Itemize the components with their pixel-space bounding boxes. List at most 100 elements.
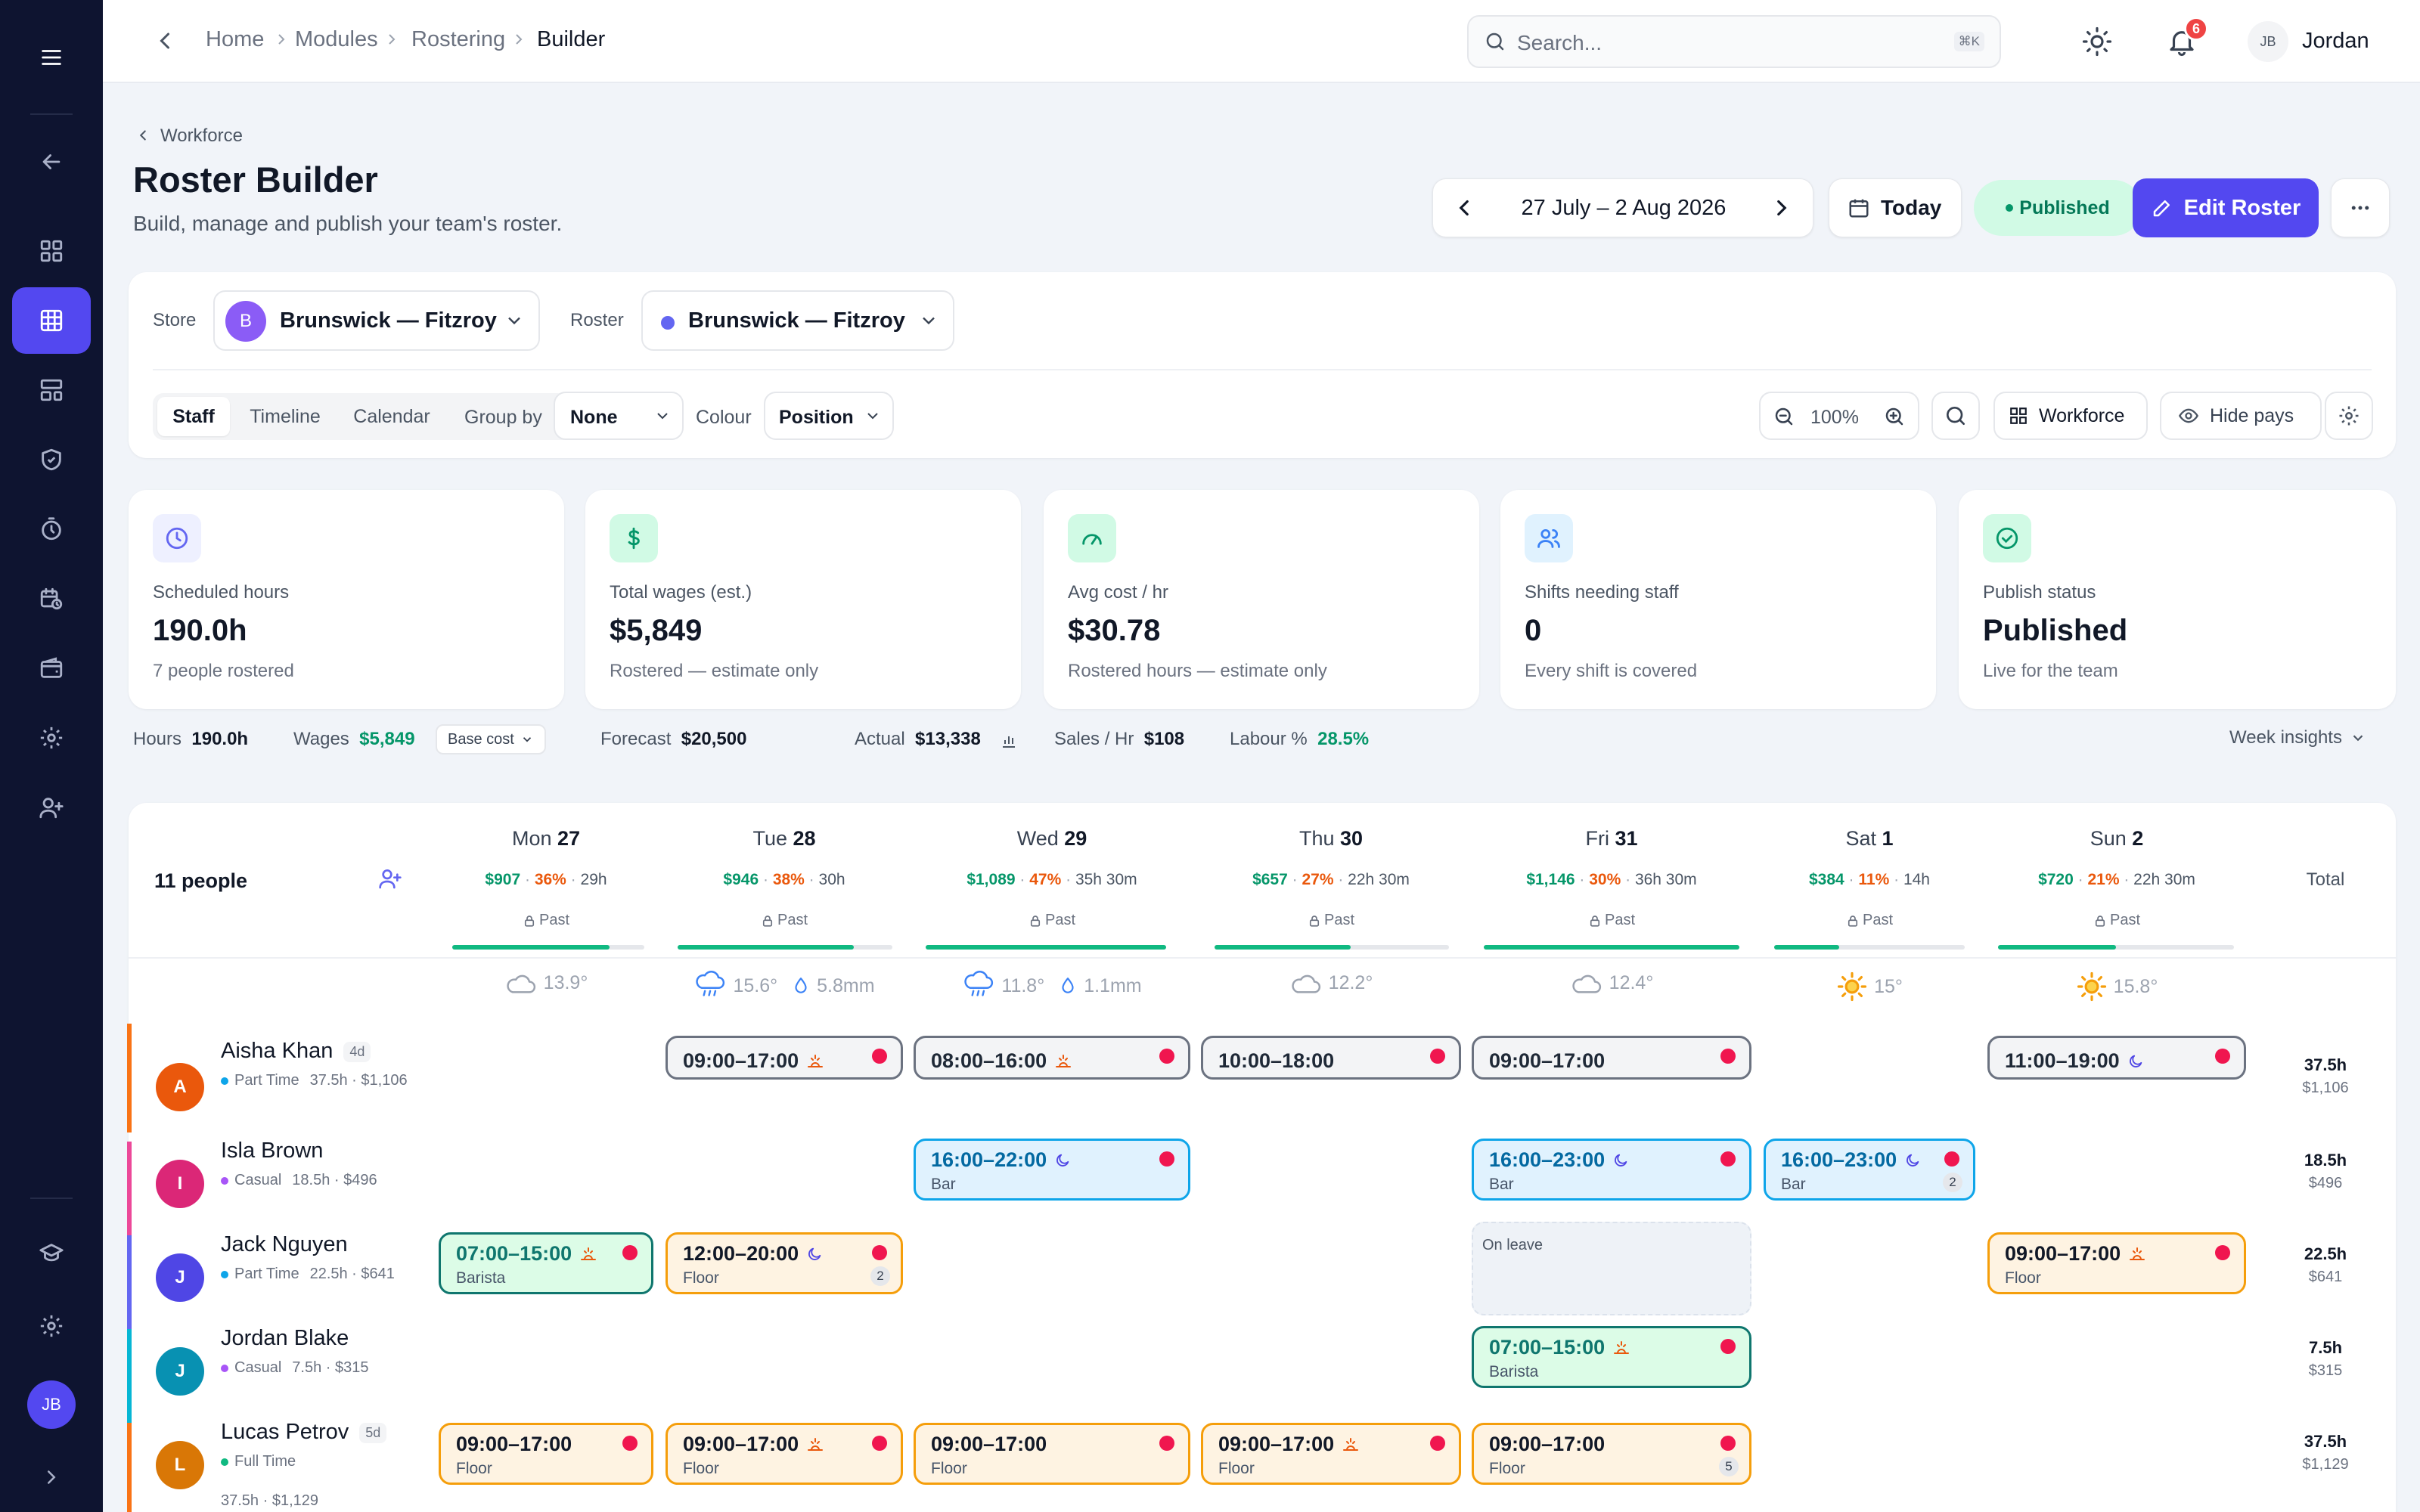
night-shift-icon — [1054, 1152, 1071, 1169]
add-person-icon[interactable] — [378, 866, 402, 891]
shift-time-text: 09:00–17:00 — [456, 1433, 572, 1455]
insight-value: 190.0h — [191, 729, 249, 749]
search-icon — [1944, 404, 1968, 428]
today-button[interactable]: Today — [1829, 178, 1962, 237]
group-by-select[interactable]: None — [554, 392, 684, 440]
hide-pays-label: Hide pays — [2210, 404, 2294, 426]
avatar[interactable]: JB — [2248, 21, 2288, 62]
shift-block[interactable]: 16:00–23:00 Bar — [1472, 1139, 1751, 1201]
calendar-clock-icon[interactable] — [12, 565, 91, 632]
layout-icon[interactable] — [12, 357, 91, 423]
breadcrumb-home[interactable]: Home — [206, 27, 264, 52]
colour-select[interactable]: Position — [764, 392, 894, 440]
shift-block[interactable]: 10:00–18:00 — [1201, 1036, 1461, 1080]
day-progress-fill — [1215, 945, 1351, 950]
weather-sat: 15° — [1764, 971, 1975, 1002]
roster-select[interactable]: Brunswick — Fitzroy — [641, 290, 954, 351]
hide-pays-button[interactable]: Hide pays — [2160, 392, 2322, 440]
roster-grid-icon[interactable] — [12, 287, 91, 354]
night-shift-icon — [2127, 1053, 2144, 1070]
day-hours: 22h 30m — [1348, 871, 1410, 888]
employee-name-text: Lucas Petrov — [221, 1420, 349, 1444]
shift-block[interactable]: 09:00–17:00 — [666, 1036, 903, 1080]
date-range-label[interactable]: 27 July – 2 Aug 2026 — [1433, 196, 1814, 221]
tab-calendar[interactable]: Calendar — [340, 397, 443, 436]
theme-toggle-icon[interactable] — [2081, 26, 2113, 57]
avatar[interactable]: I — [156, 1160, 204, 1208]
shift-block[interactable]: 09:00–17:00 Floor — [1987, 1232, 2246, 1294]
more-options-button[interactable] — [2331, 178, 2390, 237]
shift-status-dot — [872, 1245, 887, 1260]
shift-block[interactable]: 09:00–17:00 Floor — [1201, 1423, 1461, 1485]
employment-type: Part Time — [234, 1072, 299, 1089]
employee-name[interactable]: Isla Brown — [221, 1139, 323, 1163]
workforce-button[interactable]: Workforce — [1993, 392, 2148, 440]
separator: · — [1287, 871, 1302, 888]
avatar[interactable]: A — [156, 1063, 204, 1111]
shift-block[interactable]: 09:00–17:00 — [1472, 1036, 1751, 1080]
employee-name[interactable]: Jack Nguyen — [221, 1232, 348, 1257]
back-link[interactable]: Workforce — [160, 125, 243, 147]
past-badge: Past — [1987, 912, 2246, 929]
timer-icon[interactable] — [12, 496, 91, 562]
tab-timeline[interactable]: Timeline — [234, 397, 336, 436]
menu-icon[interactable] — [12, 24, 91, 91]
total-column-header: Total — [2306, 869, 2345, 890]
day-progress-fill — [678, 945, 854, 950]
search-input[interactable]: Search... ⌘K — [1467, 15, 2001, 68]
edit-roster-button[interactable]: Edit Roster — [2133, 178, 2319, 237]
dashboard-icon[interactable] — [12, 218, 91, 284]
tab-staff[interactable]: Staff — [157, 397, 230, 436]
search-button[interactable] — [1931, 392, 1980, 440]
zoom-out-icon[interactable] — [1773, 405, 1795, 428]
graduation-cap-icon[interactable] — [12, 1220, 91, 1287]
shift-block[interactable]: 07:00–15:00 Barista — [439, 1232, 653, 1294]
gear-icon[interactable] — [12, 705, 91, 771]
shift-block[interactable]: 16:00–22:00 Bar — [914, 1139, 1190, 1201]
day-cost: $1,146 — [1526, 871, 1575, 888]
store-select[interactable]: B Brunswick — Fitzroy — [213, 290, 540, 351]
shield-icon[interactable] — [12, 426, 91, 493]
avatar[interactable]: JB — [27, 1380, 76, 1429]
employee-name[interactable]: Jordan Blake — [221, 1326, 349, 1351]
week-insights-toggle[interactable]: Week insights — [2229, 727, 2366, 748]
shift-block[interactable]: 08:00–16:00 — [914, 1036, 1190, 1080]
employee-name[interactable]: Aisha Khan 4d — [221, 1039, 371, 1064]
shift-block[interactable]: 09:00–17:00 Floor 5 — [1472, 1423, 1751, 1485]
shift-block[interactable]: 09:00–17:00 Floor — [914, 1423, 1190, 1485]
avatar[interactable]: J — [156, 1253, 204, 1302]
avatar[interactable]: L — [156, 1441, 204, 1489]
back-arrow-icon[interactable] — [12, 129, 91, 195]
back-chevron-icon[interactable] — [135, 127, 151, 144]
weather-fri: 12.4° — [1472, 971, 1751, 995]
employee-name[interactable]: Lucas Petrov 5d — [221, 1420, 387, 1445]
avatar[interactable]: J — [156, 1347, 204, 1396]
next-week-button[interactable] — [1769, 195, 1795, 221]
bar-chart-icon[interactable] — [1000, 732, 1018, 750]
chevron-right-icon[interactable] — [12, 1444, 91, 1510]
breadcrumb-rostering[interactable]: Rostering — [411, 27, 505, 52]
back-chevron-icon[interactable] — [151, 27, 178, 54]
shift-block[interactable]: 12:00–20:00 Floor 2 — [666, 1232, 903, 1294]
insight-value: 28.5% — [1317, 729, 1370, 749]
shift-block[interactable]: 07:00–15:00 Barista — [1472, 1326, 1751, 1388]
shift-block[interactable]: 09:00–17:00 Floor — [666, 1423, 903, 1485]
shift-block[interactable]: 09:00–17:00 Floor — [439, 1423, 653, 1485]
settings-button[interactable] — [2325, 392, 2373, 440]
breadcrumb-modules[interactable]: Modules — [295, 27, 378, 52]
stat-subtext: 7 people rostered — [153, 661, 294, 681]
user-name[interactable]: Jordan — [2302, 29, 2369, 54]
base-cost-select[interactable]: Base cost — [436, 724, 546, 754]
shift-block[interactable]: 11:00–19:00 — [1987, 1036, 2246, 1080]
wallet-icon[interactable] — [12, 635, 91, 702]
day-name: Sat — [1845, 827, 1882, 850]
gear-icon[interactable] — [12, 1293, 91, 1359]
shift-block[interactable]: 16:00–23:00 Bar 2 — [1764, 1139, 1975, 1201]
employment-type-dot — [221, 1364, 228, 1372]
past-badge: Past — [666, 912, 903, 929]
past-label: Past — [2109, 912, 2141, 928]
zoom-in-icon[interactable] — [1883, 405, 1906, 428]
user-plus-icon[interactable] — [12, 774, 91, 841]
chevron-down-icon — [653, 407, 672, 425]
day-stats: $907 · 36% · 29h — [439, 871, 653, 889]
